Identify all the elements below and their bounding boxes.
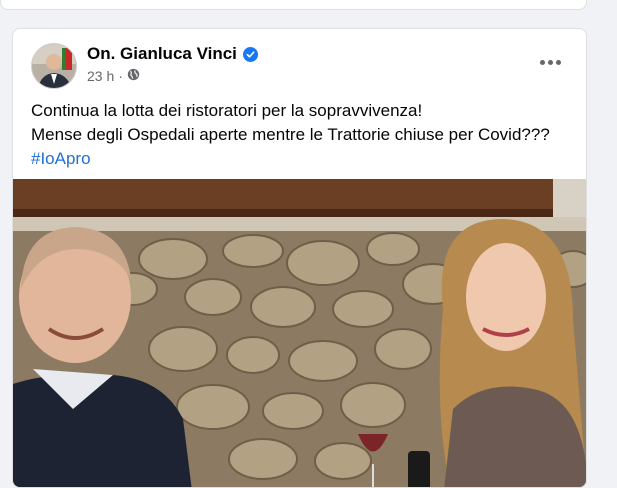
post-text-line: Continua la lotta dei ristoratori per la… bbox=[31, 101, 423, 120]
meta-separator: · bbox=[118, 68, 123, 84]
post-photo[interactable] bbox=[13, 179, 586, 487]
previous-post-card bbox=[0, 0, 587, 10]
more-horizontal-icon bbox=[539, 59, 545, 65]
author-line: On. Gianluca Vinci bbox=[87, 43, 258, 65]
post-header: On. Gianluca Vinci 23 h · bbox=[13, 29, 586, 93]
post-text: Continua la lotta dei ristoratori per la… bbox=[31, 99, 576, 171]
globe-icon bbox=[127, 68, 140, 84]
post-meta: 23 h · bbox=[87, 67, 140, 85]
author-name[interactable]: On. Gianluca Vinci bbox=[87, 44, 237, 64]
post-text-line: Mense degli Ospedali aperte mentre le Tr… bbox=[31, 125, 550, 144]
hashtag-link[interactable]: #IoApro bbox=[31, 147, 576, 171]
post-timestamp[interactable]: 23 h bbox=[87, 68, 114, 84]
author-avatar[interactable] bbox=[31, 43, 77, 89]
verified-badge-icon bbox=[242, 46, 258, 62]
more-options-button[interactable] bbox=[532, 49, 568, 75]
post-card: On. Gianluca Vinci 23 h · Continua la lo… bbox=[12, 28, 587, 488]
